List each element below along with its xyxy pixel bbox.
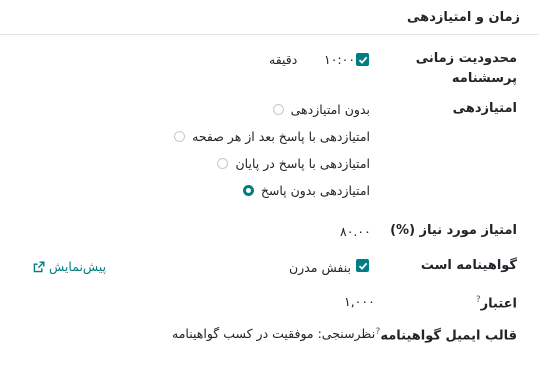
check-icon bbox=[358, 56, 367, 64]
scoring-option-label: بدون امتیازدهی bbox=[290, 101, 370, 117]
certificate-preview-link[interactable]: پیش‌نمایش bbox=[33, 259, 106, 274]
section-header: زمان و امتیازدهی bbox=[0, 0, 539, 35]
external-link-icon bbox=[33, 261, 45, 272]
time-limit-label-line2: پرسشنامه bbox=[451, 71, 517, 86]
radio-icon[interactable] bbox=[174, 130, 186, 142]
section-title: زمان و امتیازدهی bbox=[407, 10, 520, 25]
scoring-option-at-end[interactable]: امتیازدهی با پاسخ در پایان bbox=[217, 154, 370, 172]
credit-label: اعتبار? bbox=[476, 290, 517, 314]
certificate-email-label-text: قالب ایمیل گواهینامه bbox=[380, 328, 517, 344]
required-score-label: امتیاز مورد نیاز (%) bbox=[390, 223, 517, 238]
time-limit-label: محدودیت زمانی پرسشنامه bbox=[416, 49, 517, 89]
time-limit-checkbox[interactable] bbox=[356, 53, 369, 66]
certificate-label: گواهینامه است bbox=[420, 258, 517, 273]
scoring-option-label: امتیازدهی با پاسخ بعد از هر صفحه bbox=[192, 128, 370, 144]
credit-value[interactable]: ۱,۰۰۰ bbox=[344, 294, 375, 309]
radio-selected-icon[interactable] bbox=[242, 184, 254, 196]
time-limit-label-line1: محدودیت زمانی bbox=[415, 51, 517, 66]
scoring-option-label: امتیازدهی با پاسخ در پایان bbox=[235, 155, 370, 171]
certificate-checkbox[interactable] bbox=[356, 259, 369, 272]
scoring-label: امتیازدهی bbox=[452, 101, 517, 116]
scoring-option-after-page[interactable]: امتیازدهی با پاسخ بعد از هر صفحه bbox=[174, 127, 370, 145]
preview-label: پیش‌نمایش bbox=[49, 259, 107, 274]
radio-icon[interactable] bbox=[272, 103, 284, 115]
radio-icon[interactable] bbox=[217, 157, 229, 169]
credit-label-text: اعتبار bbox=[480, 296, 517, 312]
required-score-value[interactable]: ۸۰.۰۰ bbox=[340, 224, 371, 239]
certificate-email-template-value[interactable]: نظرسنجی: موفقیت در کسب گواهینامه bbox=[172, 326, 375, 341]
certificate-template-value[interactable]: بنفش مدرن bbox=[289, 260, 351, 275]
time-limit-unit: دقیقه bbox=[269, 52, 298, 67]
scoring-option-without-answers[interactable]: امتیازدهی بدون پاسخ bbox=[242, 181, 370, 199]
scoring-option-no-scoring[interactable]: بدون امتیازدهی bbox=[272, 100, 370, 118]
time-limit-value[interactable]: ۱۰:۰۰ bbox=[324, 52, 355, 67]
check-icon bbox=[358, 262, 367, 270]
certificate-email-label: قالب ایمیل گواهینامه? bbox=[376, 322, 517, 346]
scoring-option-label: امتیازدهی بدون پاسخ bbox=[260, 182, 370, 198]
